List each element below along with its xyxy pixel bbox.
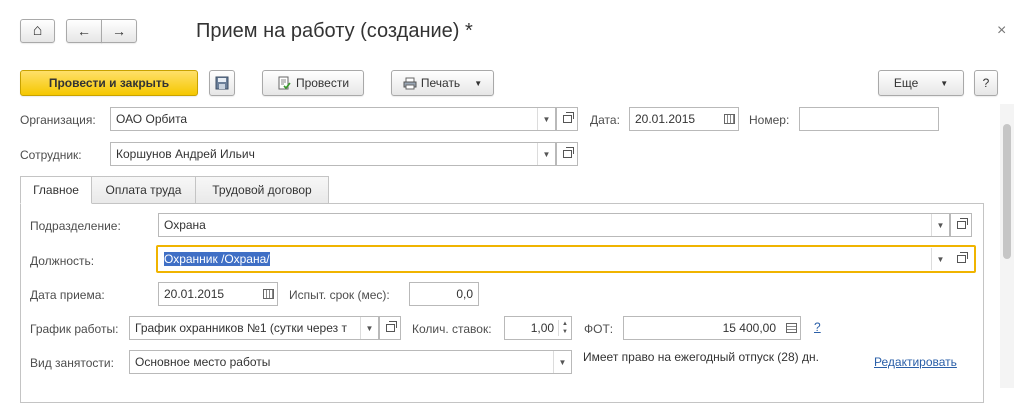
chevron-down-icon: ▼	[940, 78, 949, 88]
more-button-label: Еще	[893, 76, 919, 90]
organization-value: ОАО Орбита	[116, 112, 188, 126]
hire-date-value: 20.01.2015	[164, 287, 225, 301]
department-value: Охрана	[164, 218, 206, 232]
tab-main[interactable]: Главное	[20, 176, 92, 204]
post-document-icon	[278, 76, 291, 90]
save-button[interactable]	[209, 70, 235, 96]
home-icon: ⌂	[32, 22, 43, 39]
position-label: Должность:	[30, 254, 95, 268]
payroll-field[interactable]: 15 400,00	[623, 316, 801, 340]
employee-label: Сотрудник:	[20, 148, 82, 162]
payroll-label: ФОТ:	[584, 322, 614, 336]
edit-vacation-link[interactable]: Редактировать	[874, 355, 957, 369]
payroll-value: 15 400,00	[722, 321, 776, 335]
department-label: Подразделение:	[30, 219, 121, 233]
stepper-icon[interactable]: ▲ ▼	[558, 320, 568, 336]
save-icon	[215, 76, 229, 90]
vacation-text: Имеет право на ежегодный отпуск (28) дн.	[583, 350, 819, 364]
help-button[interactable]: ?	[974, 70, 998, 96]
organization-field[interactable]: ОАО Орбита ▼	[110, 107, 556, 131]
scrollbar-thumb[interactable]	[1003, 124, 1011, 259]
schedule-field[interactable]: График охранников №1 (сутки через т ▼	[129, 316, 379, 340]
organization-open-button[interactable]	[556, 107, 578, 131]
close-icon[interactable]: ×	[997, 22, 1006, 40]
payroll-help-link[interactable]: ?	[814, 320, 821, 334]
employment-label: Вид занятости:	[30, 356, 114, 370]
arrow-right-icon: →	[112, 23, 126, 39]
rates-value: 1,00	[530, 321, 555, 335]
department-field[interactable]: Охрана ▼	[158, 213, 950, 237]
page-title: Прием на работу (создание) *	[196, 20, 473, 42]
position-value: Охранник /Охрана/	[164, 252, 270, 266]
calendar-icon[interactable]	[720, 108, 738, 130]
post-button-label: Провести	[295, 76, 350, 90]
print-button-label: Печать	[420, 76, 461, 90]
post-button[interactable]: Провести	[262, 70, 364, 96]
number-field[interactable]	[799, 107, 939, 131]
date-label: Дата:	[590, 113, 620, 127]
arrow-left-icon: ←	[77, 23, 91, 39]
open-window-icon	[562, 112, 574, 123]
calculator-icon[interactable]	[782, 317, 800, 339]
tab-employment-contract[interactable]: Трудовой договор	[195, 176, 329, 204]
chevron-down-icon[interactable]: ▼	[537, 108, 555, 130]
chevron-down-icon[interactable]: ▼	[931, 214, 949, 236]
rates-field[interactable]: 1,00 ▲ ▼	[504, 316, 572, 340]
date-field[interactable]: 20.01.2015	[629, 107, 739, 131]
employee-field[interactable]: Коршунов Андрей Ильич ▼	[110, 142, 556, 166]
employee-value: Коршунов Андрей Ильич	[116, 147, 255, 161]
open-window-icon	[385, 321, 397, 332]
more-button[interactable]: Еще ▼	[878, 70, 964, 96]
date-value: 20.01.2015	[635, 112, 696, 126]
forward-button[interactable]: →	[101, 19, 137, 43]
probation-field[interactable]: 0,0	[409, 282, 479, 306]
number-label: Номер:	[749, 113, 790, 127]
chevron-down-icon[interactable]: ▼	[537, 143, 555, 165]
department-open-button[interactable]	[950, 213, 972, 237]
chevron-down-icon[interactable]: ▼	[931, 248, 949, 270]
back-button[interactable]: ←	[66, 19, 102, 43]
chevron-down-icon[interactable]: ▼	[360, 317, 378, 339]
open-window-icon	[562, 147, 574, 158]
print-button[interactable]: Печать ▼	[391, 70, 494, 96]
employment-field[interactable]: Основное место работы ▼	[129, 350, 572, 374]
chevron-down-icon[interactable]: ▼	[553, 351, 571, 373]
position-open-button[interactable]	[950, 247, 972, 271]
employment-value: Основное место работы	[135, 355, 271, 369]
probation-label: Испыт. срок (мес):	[289, 288, 390, 302]
hire-date-field[interactable]: 20.01.2015	[158, 282, 278, 306]
employee-open-button[interactable]	[556, 142, 578, 166]
rates-label: Колич. ставок:	[412, 322, 492, 336]
schedule-label: График работы:	[30, 322, 119, 336]
organization-label: Организация:	[20, 113, 96, 127]
post-and-close-button[interactable]: Провести и закрыть	[20, 70, 198, 96]
open-window-icon	[956, 218, 968, 229]
home-button[interactable]: ⌂	[20, 19, 55, 43]
probation-value: 0,0	[456, 287, 473, 301]
printer-icon	[403, 77, 417, 89]
hire-date-label: Дата приема:	[30, 288, 105, 302]
chevron-down-icon: ▼	[474, 78, 483, 88]
calendar-icon[interactable]	[259, 283, 277, 305]
schedule-value: График охранников №1 (сутки через т	[135, 321, 347, 335]
position-field[interactable]: Охранник /Охрана/ ▼	[158, 247, 950, 271]
tab-payroll[interactable]: Оплата труда	[91, 176, 196, 204]
schedule-open-button[interactable]	[379, 316, 401, 340]
open-window-icon	[956, 252, 968, 263]
